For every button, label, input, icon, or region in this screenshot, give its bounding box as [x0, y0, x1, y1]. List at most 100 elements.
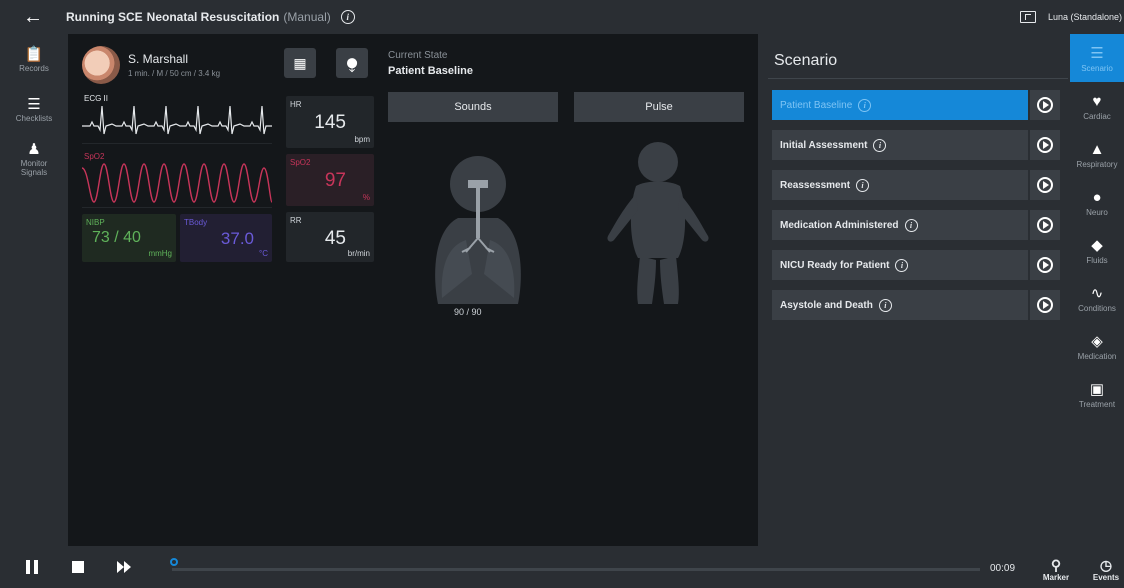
scenario-name: Neonatal Resuscitation — [146, 10, 280, 24]
nav-neuro-label: Neuro — [1086, 207, 1108, 217]
play-icon — [1037, 137, 1053, 153]
pause-button[interactable] — [12, 546, 52, 588]
checklist-icon: ☰ — [27, 95, 41, 113]
state-patient-baseline[interactable]: Patient Baseline i — [772, 90, 1028, 120]
state-label: Asystole and Death — [780, 299, 873, 311]
right-sidebar: ☰ Scenario ♥ Cardiac ▲ Respiratory ● Neu… — [1070, 34, 1124, 546]
play-state-button[interactable] — [1030, 250, 1060, 280]
scenario-panel: Scenario Patient Baseline i Initial Asse… — [758, 34, 1070, 546]
play-state-button[interactable] — [1030, 210, 1060, 240]
nav-neuro[interactable]: ● Neuro — [1070, 178, 1124, 226]
state-asystole-death[interactable]: Asystole and Death i — [772, 290, 1028, 320]
nav-monitor-signals-label: Monitor Signals — [20, 159, 48, 177]
ecg-trace — [82, 105, 272, 135]
patient-header: S. Marshall 1 min. / M / 50 cm / 3.4 kg — [82, 46, 220, 84]
spo2-waveform: SpO2 — [82, 152, 272, 208]
info-icon[interactable]: i — [856, 178, 870, 192]
nav-fluids[interactable]: ◆ Fluids — [1070, 226, 1124, 274]
nav-cardiac[interactable]: ♥ Cardiac — [1070, 82, 1124, 130]
medkit-icon: ▣ — [1089, 380, 1105, 398]
tbody-vital[interactable]: TBody 37.0 °C — [180, 214, 272, 262]
nav-scenario-label: Scenario — [1081, 63, 1113, 73]
info-icon[interactable]: i — [340, 10, 355, 24]
location-pin-icon: ⚲ — [1050, 556, 1062, 573]
drop-icon: ◆ — [1091, 236, 1103, 254]
info-icon[interactable]: i — [878, 298, 892, 312]
stop-icon — [72, 561, 84, 573]
pulse-icon: ∿ — [1090, 284, 1104, 302]
pause-icon — [26, 560, 38, 574]
spo2-value: 97 — [324, 170, 346, 191]
timeline-track[interactable] — [170, 558, 980, 571]
info-icon[interactable]: i — [858, 98, 872, 112]
nav-conditions[interactable]: ∿ Conditions — [1070, 274, 1124, 322]
scenario-divider — [768, 78, 1068, 79]
play-icon — [1037, 257, 1053, 273]
tab-sounds[interactable]: Sounds — [388, 92, 558, 122]
nibp-label: NIBP — [86, 218, 105, 227]
play-state-button[interactable] — [1030, 290, 1060, 320]
heart-icon: ♥ — [1092, 92, 1102, 110]
fast-forward-icon — [117, 561, 131, 573]
session-title: Running SCE Neonatal Resuscitation (Manu… — [66, 10, 355, 24]
lungs-figure[interactable] — [418, 154, 538, 304]
nav-medication[interactable]: ◈ Medication — [1070, 322, 1124, 370]
state-reassessment[interactable]: Reassessment i — [772, 170, 1028, 200]
events-label: Events — [1092, 572, 1120, 582]
spo2-vital[interactable]: SpO2 97 % — [286, 154, 374, 206]
play-state-button[interactable] — [1030, 130, 1060, 160]
patient-details: 1 min. / M / 50 cm / 3.4 kg — [128, 69, 221, 78]
spo2-trace — [82, 163, 272, 203]
nav-treatment[interactable]: ▣ Treatment — [1070, 370, 1124, 418]
state-label: Medication Administered — [780, 219, 899, 231]
nav-monitor-signals[interactable]: ♟ Monitor Signals — [0, 134, 68, 184]
patient-monitor: S. Marshall 1 min. / M / 50 cm / 3.4 kg … — [68, 34, 758, 546]
tab-pulse[interactable]: Pulse — [574, 92, 744, 122]
info-icon[interactable]: i — [895, 258, 909, 272]
play-state-button[interactable] — [1030, 90, 1060, 120]
rr-vital[interactable]: RR 45 br/min — [286, 212, 374, 262]
events-button[interactable]: ◷ Events — [1086, 552, 1124, 586]
device-name[interactable]: Luna (Standalone) — [1048, 12, 1122, 22]
back-arrow-icon[interactable]: ← — [0, 0, 66, 34]
ecg-waveform: ECG II — [82, 94, 272, 144]
rr-unit: br/min — [347, 249, 370, 258]
nav-conditions-label: Conditions — [1078, 303, 1116, 313]
hr-vital[interactable]: HR 145 bpm — [286, 96, 374, 148]
mute-alarm-button[interactable]: ⧭ — [336, 48, 368, 78]
fast-forward-button[interactable] — [104, 546, 144, 588]
nibp-unit: mmHg — [148, 249, 172, 258]
state-initial-assessment[interactable]: Initial Assessment i — [772, 130, 1028, 160]
nibp-vital[interactable]: NIBP 73 / 40 mmHg — [82, 214, 176, 262]
lungs-icon: ▲ — [1089, 140, 1105, 158]
left-sidebar: 📋 Records ☰ Checklists ♟ Monitor Signals — [0, 34, 68, 546]
patient-name: S. Marshall — [128, 52, 189, 66]
nav-respiratory[interactable]: ▲ Respiratory — [1070, 130, 1124, 178]
tbody-value: 37.0 — [220, 229, 254, 248]
baby-figure[interactable] — [598, 140, 718, 310]
tbody-label: TBody — [184, 218, 208, 227]
monitor-icon[interactable] — [1019, 11, 1036, 23]
hr-label: HR — [290, 100, 302, 109]
play-state-button[interactable] — [1030, 170, 1060, 200]
state-medication-administered[interactable]: Medication Administered i — [772, 210, 1028, 240]
stop-button[interactable] — [58, 546, 98, 588]
nav-checklists[interactable]: ☰ Checklists — [0, 84, 68, 134]
nav-records[interactable]: 📋 Records — [0, 34, 68, 84]
nav-cardiac-label: Cardiac — [1083, 111, 1111, 121]
marker-button[interactable]: ⚲ Marker — [1036, 552, 1076, 586]
current-state-value: Patient Baseline — [388, 65, 473, 77]
layout-button[interactable]: ▦ — [284, 48, 316, 78]
info-icon[interactable]: i — [873, 138, 887, 152]
alarm-off-icon: ⧭ — [346, 54, 358, 71]
nav-scenario[interactable]: ☰ Scenario — [1070, 34, 1124, 82]
nibp-value: 73 / 40 — [92, 229, 141, 246]
current-state-label: Current State — [388, 50, 448, 61]
play-icon — [1037, 177, 1053, 193]
info-icon[interactable]: i — [904, 218, 918, 232]
top-bar: ← Running SCE Neonatal Resuscitation (Ma… — [0, 0, 1124, 34]
rr-label: RR — [290, 216, 302, 225]
timeline-playhead[interactable] — [170, 558, 178, 566]
state-nicu-ready[interactable]: NICU Ready for Patient i — [772, 250, 1028, 280]
pill-icon: ◈ — [1091, 332, 1103, 350]
